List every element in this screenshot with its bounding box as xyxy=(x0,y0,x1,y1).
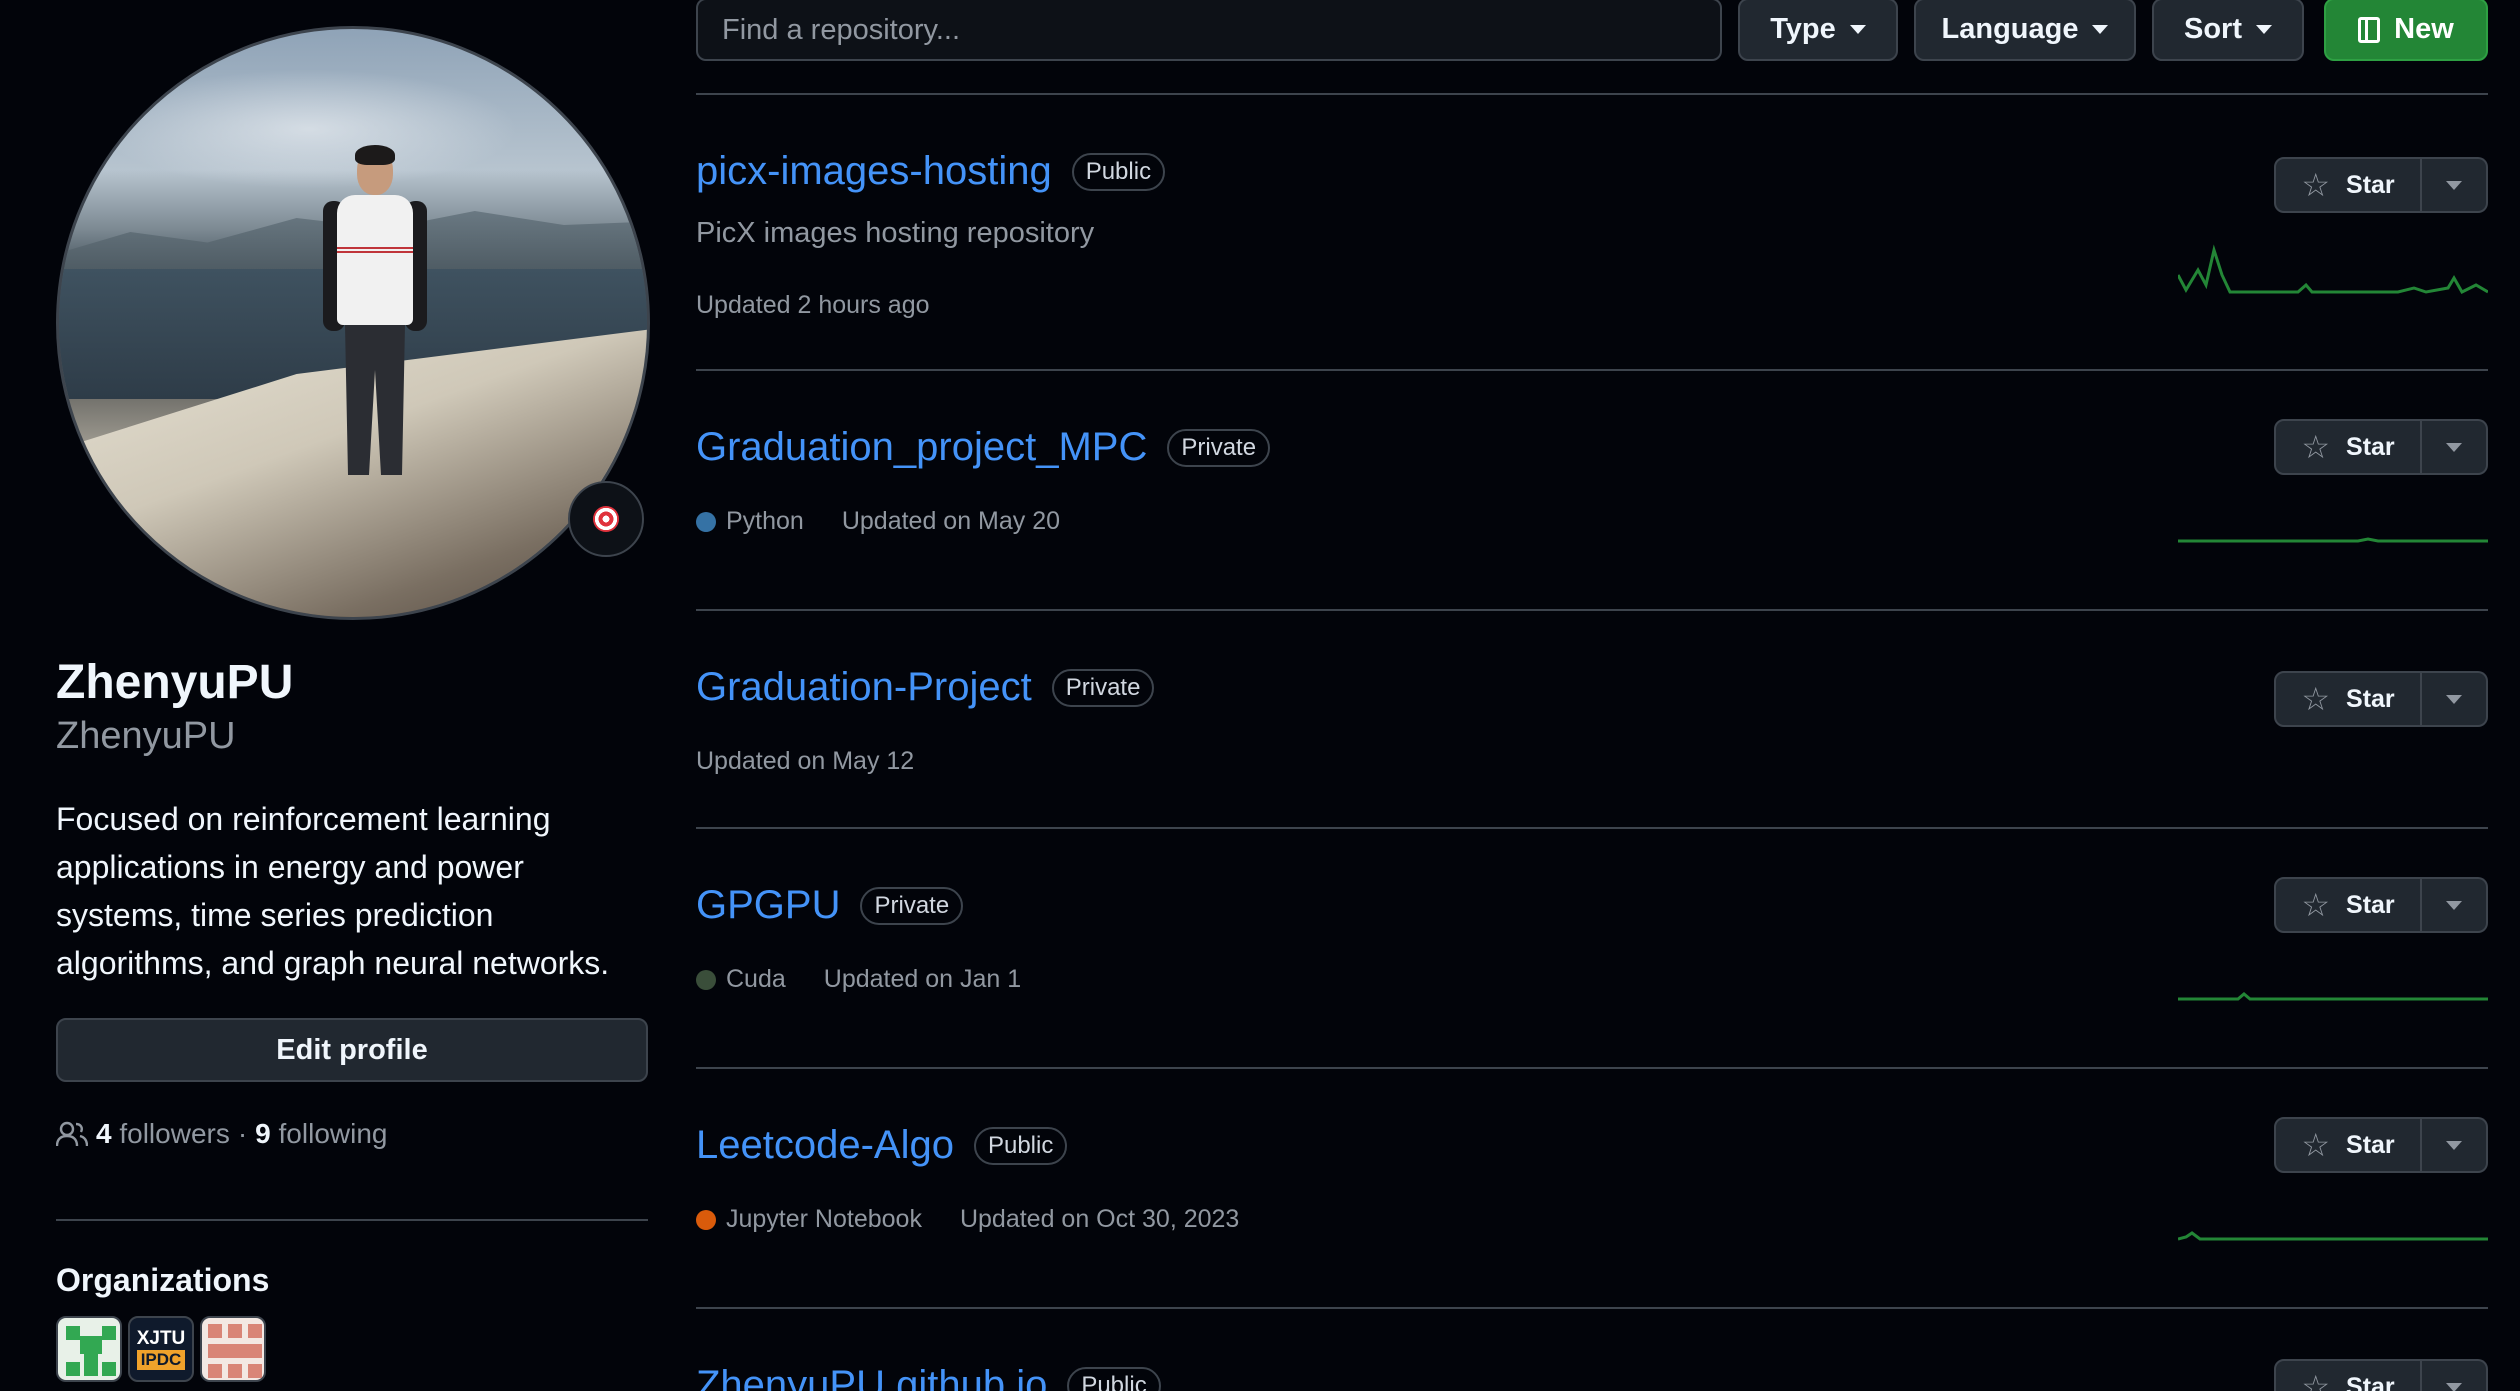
follow-stats: 4 followers · 9 following xyxy=(56,1118,387,1150)
star-button[interactable]: ☆ Star xyxy=(2274,157,2422,213)
following-link[interactable]: 9 following xyxy=(255,1118,387,1150)
follow-separator: · xyxy=(237,1118,248,1149)
repo-name-link[interactable]: Graduation-Project xyxy=(696,665,1032,710)
profile-name: ZhenyuPU xyxy=(56,656,294,709)
star-icon: ☆ xyxy=(2301,681,2331,717)
chevron-down-icon xyxy=(1849,25,1866,34)
language-color-dot xyxy=(696,969,716,990)
repo-icon xyxy=(2358,16,2381,43)
repo-updated: Updated on May 20 xyxy=(841,507,1061,535)
repositories-page: ZhenyuPU ZhenyuPU Focused on reinforceme… xyxy=(0,0,2520,1391)
repo-meta: Jupyter Notebook Updated on Oct 30, 2023 xyxy=(696,1205,1239,1234)
avatar-container xyxy=(56,26,650,620)
chevron-down-icon xyxy=(2446,1382,2462,1391)
repo-search-input[interactable]: Find a repository... xyxy=(696,0,1722,61)
repo-name-link[interactable]: Graduation_project_MPC xyxy=(696,425,1147,470)
new-repo-button[interactable]: New xyxy=(2324,0,2488,61)
star-icon: ☆ xyxy=(2301,887,2331,923)
star-button[interactable]: ☆ Star xyxy=(2274,419,2422,475)
star-button-group: ☆ Star xyxy=(2274,671,2488,727)
star-icon: ☆ xyxy=(2301,1127,2331,1163)
activity-sparkline xyxy=(2178,1231,2488,1241)
star-button[interactable]: ☆ Star xyxy=(2274,1359,2422,1391)
activity-sparkline xyxy=(2178,537,2488,543)
star-list-dropdown[interactable] xyxy=(2422,157,2488,213)
star-list-dropdown[interactable] xyxy=(2422,671,2488,727)
star-icon: ☆ xyxy=(2301,429,2331,465)
profile-login: ZhenyuPU xyxy=(56,715,236,757)
org-avatar-3[interactable] xyxy=(200,1316,266,1382)
sidebar-divider xyxy=(56,1219,648,1221)
visibility-badge: Private xyxy=(1167,428,1271,467)
star-button-group: ☆ Star xyxy=(2274,1117,2488,1173)
repo-meta: Python Updated on May 20 xyxy=(696,507,1060,536)
star-list-dropdown[interactable] xyxy=(2422,1117,2488,1173)
star-button-group: ☆ Star xyxy=(2274,1359,2488,1391)
star-list-dropdown[interactable] xyxy=(2422,877,2488,933)
visibility-badge: Private xyxy=(860,886,964,925)
visibility-badge: Public xyxy=(973,1126,1068,1165)
repo-language: Jupyter Notebook xyxy=(726,1205,922,1233)
repo-name-link[interactable]: Leetcode-Algo xyxy=(696,1123,954,1168)
language-color-dot xyxy=(696,511,716,532)
star-button-group: ☆ Star xyxy=(2274,157,2488,213)
profile-bio: Focused on reinforcement learning applic… xyxy=(56,801,610,981)
star-button[interactable]: ☆ Star xyxy=(2274,1117,2422,1173)
chevron-down-icon xyxy=(2446,1140,2462,1150)
chevron-down-icon xyxy=(2092,25,2109,34)
organizations-list: XJTU IPDC xyxy=(56,1316,266,1382)
repo-item: Graduation_project_MPC Private Python Up… xyxy=(696,371,2488,611)
repo-language: Cuda xyxy=(726,965,786,993)
star-list-dropdown[interactable] xyxy=(2422,1359,2488,1391)
language-color-dot xyxy=(696,1209,716,1230)
people-icon xyxy=(56,1121,88,1147)
chevron-down-icon xyxy=(2446,442,2462,452)
chevron-down-icon xyxy=(2446,694,2462,704)
star-button-group: ☆ Star xyxy=(2274,877,2488,933)
repo-description: PicX images hosting repository xyxy=(696,217,1095,249)
star-button-group: ☆ Star xyxy=(2274,419,2488,475)
type-filter-button[interactable]: Type xyxy=(1738,0,1898,61)
star-button[interactable]: ☆ Star xyxy=(2274,877,2422,933)
repo-item: Graduation-Project Private Updated on Ma… xyxy=(696,611,2488,829)
repo-updated: Updated on Jan 1 xyxy=(823,965,1022,993)
visibility-badge: Public xyxy=(1067,1366,1161,1391)
visibility-badge: Public xyxy=(1071,152,1166,191)
chevron-down-icon xyxy=(2446,180,2462,190)
chevron-down-icon xyxy=(2256,25,2272,34)
star-icon: ☆ xyxy=(2301,167,2331,203)
sort-button[interactable]: Sort xyxy=(2152,0,2304,61)
repo-item: Leetcode-Algo Public Jupyter Notebook Up… xyxy=(696,1069,2488,1309)
org-avatar-1[interactable] xyxy=(56,1316,122,1382)
star-button[interactable]: ☆ Star xyxy=(2274,671,2422,727)
activity-sparkline xyxy=(2178,992,2488,1001)
chevron-down-icon xyxy=(2446,900,2462,910)
repo-meta: Cuda Updated on Jan 1 xyxy=(696,965,1021,994)
followers-link[interactable]: 4 followers xyxy=(96,1118,230,1150)
repo-updated: Updated on Oct 30, 2023 xyxy=(959,1205,1240,1233)
language-filter-button[interactable]: Language xyxy=(1914,0,2136,61)
status-button[interactable] xyxy=(568,481,644,557)
repo-filter-toolbar: Find a repository... Type Language Sort … xyxy=(696,0,2488,62)
repo-language: Python xyxy=(726,507,804,535)
repo-updated: Updated on May 12 xyxy=(696,747,915,775)
visibility-badge: Private xyxy=(1051,668,1155,707)
repo-item: GPGPU Private Cuda Updated on Jan 1 ☆ Sta… xyxy=(696,829,2488,1069)
repo-meta: Updated 2 hours ago xyxy=(696,291,930,320)
dart-target-icon xyxy=(593,506,619,532)
avatar[interactable] xyxy=(56,26,650,620)
repo-name-link[interactable]: ZhenyuPU.github.io xyxy=(696,1363,1047,1391)
activity-sparkline xyxy=(2178,244,2488,294)
star-icon: ☆ xyxy=(2301,1369,2331,1391)
organizations-heading: Organizations xyxy=(56,1262,270,1298)
repo-item: picx-images-hosting Public PicX images h… xyxy=(696,95,2488,371)
repo-meta: Updated on May 12 xyxy=(696,747,914,776)
repo-name-link[interactable]: picx-images-hosting xyxy=(696,149,1052,194)
star-list-dropdown[interactable] xyxy=(2422,419,2488,475)
repo-updated: Updated 2 hours ago xyxy=(696,291,930,319)
repo-item: ZhenyuPU.github.io Public ☆ Star xyxy=(696,1309,2488,1391)
org-avatar-xjtu-ipdc[interactable]: XJTU IPDC xyxy=(128,1316,194,1382)
repo-name-link[interactable]: GPGPU xyxy=(696,883,840,928)
edit-profile-button[interactable]: Edit profile xyxy=(56,1018,648,1082)
